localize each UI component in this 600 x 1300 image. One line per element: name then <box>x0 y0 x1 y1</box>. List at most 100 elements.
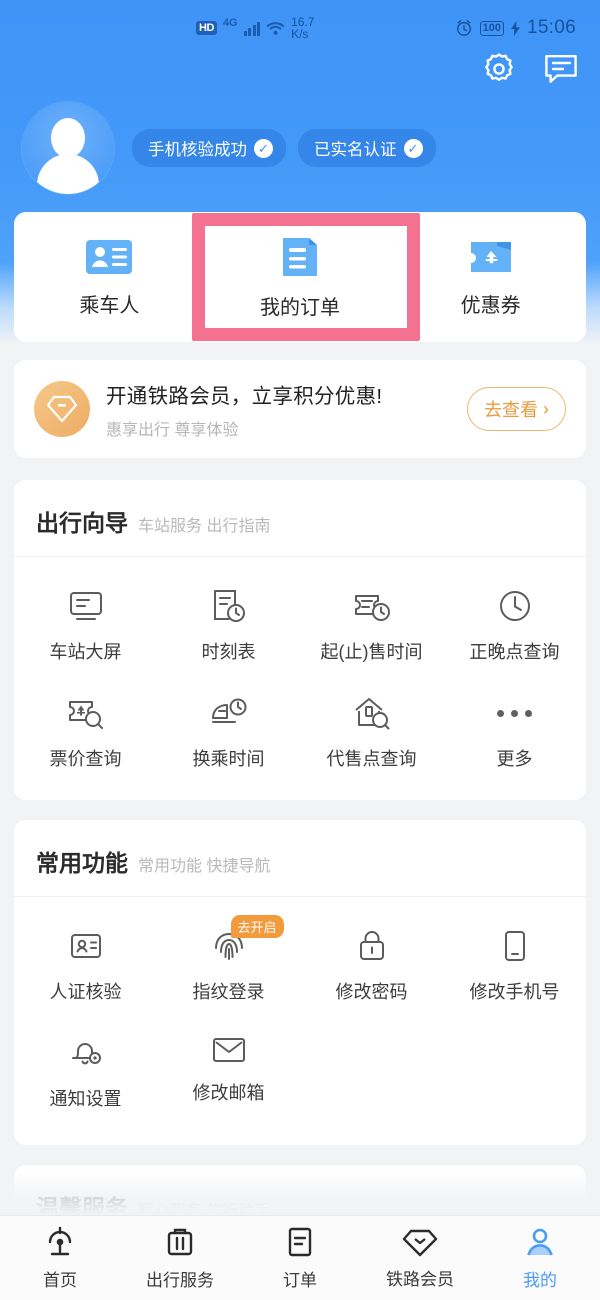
status-bar-left-group: HD 4G 16.7 K/s <box>196 16 314 40</box>
order-document-icon <box>278 235 322 279</box>
grid-item-fingerprint-login[interactable]: 去开启 指纹登录 <box>157 913 300 1020</box>
grid-item-label: 换乘时间 <box>192 749 265 769</box>
transfer-time-icon <box>209 694 249 732</box>
grid-item-label: 起(止)售时间 <box>320 642 423 662</box>
grid-item-label: 时刻表 <box>201 642 256 662</box>
grid-item-agency-query[interactable]: 代售点查询 <box>300 680 443 787</box>
quick-action-coupon[interactable]: 优惠券 <box>395 212 586 342</box>
network-speed: 16.7 K/s <box>291 16 314 40</box>
signal-bars-icon <box>243 21 261 36</box>
quick-action-label: 我的订单 <box>260 296 340 319</box>
diamond-icon <box>34 381 90 437</box>
phone-icon <box>496 927 534 965</box>
timetable-icon <box>210 587 248 625</box>
profile-row[interactable]: 手机核验成功 ✓ 已实名认证 ✓ <box>22 102 436 194</box>
quick-action-my-orders[interactable]: 我的订单 <box>205 212 396 342</box>
common-functions-card: 常用功能 常用功能 快捷导航 人证核验 去开启 指纹登录 修改密码 修改手机号 … <box>14 820 586 1145</box>
bottom-navigation: 首页 出行服务 订单 铁路会员 我的 <box>0 1215 600 1300</box>
id-verify-icon <box>67 927 105 965</box>
grid-item-ticket-sale-time[interactable]: 起(止)售时间 <box>300 573 443 680</box>
nav-item-orders[interactable]: 订单 <box>240 1225 360 1291</box>
enable-tag: 去开启 <box>230 915 284 938</box>
nav-item-label: 我的 <box>523 1271 557 1290</box>
quick-actions-card: 乘车人 我的订单 优惠券 <box>14 212 586 342</box>
nav-item-label: 首页 <box>43 1271 77 1290</box>
nav-item-mine[interactable]: 我的 <box>480 1225 600 1291</box>
grid-item-label: 车站大屏 <box>49 642 122 662</box>
avatar[interactable] <box>22 102 114 194</box>
member-view-button[interactable]: 去查看 › <box>467 387 566 431</box>
check-icon: ✓ <box>403 138 423 158</box>
person-icon <box>524 1225 556 1259</box>
grid-item-label: 通知设置 <box>49 1089 122 1109</box>
badge-label: 已实名认证 <box>314 141 397 159</box>
grid-item-label: 修改手机号 <box>469 982 560 1002</box>
agency-search-icon <box>352 694 392 732</box>
grid-item-change-email[interactable]: 修改邮箱 <box>157 1020 300 1127</box>
check-icon: ✓ <box>254 138 273 158</box>
hd-icon: HD <box>196 21 217 35</box>
section-title: 常用功能 <box>36 850 128 876</box>
grid-item-id-verify[interactable]: 人证核验 <box>14 913 157 1020</box>
more-dots-icon <box>497 694 532 732</box>
section-title: 出行向导 <box>36 510 128 536</box>
nav-item-label: 出行服务 <box>146 1271 214 1290</box>
ticket-price-search-icon <box>66 694 106 732</box>
header-icon-row <box>482 52 578 86</box>
nav-item-home[interactable]: 首页 <box>0 1225 120 1291</box>
grid-item-label: 修改密码 <box>335 982 408 1002</box>
ticket-clock-icon <box>352 587 392 625</box>
grid-item-station-screen[interactable]: 车站大屏 <box>14 573 157 680</box>
member-view-button-label: 去查看 <box>484 400 538 420</box>
avatar-head <box>51 118 85 158</box>
quick-action-passenger[interactable]: 乘车人 <box>14 212 205 342</box>
grid-item-notification-settings[interactable]: 通知设置 <box>14 1020 157 1127</box>
travel-guide-card: 出行向导 车站服务 出行指南 车站大屏 时刻表 起(止)售时间 正晚点查询 票价… <box>14 480 586 800</box>
order-icon <box>285 1225 315 1259</box>
status-bar-right-group: 100 15:06 <box>455 17 576 39</box>
quick-action-label: 优惠券 <box>460 294 521 317</box>
grid-item-spacer <box>443 1020 586 1127</box>
grid-item-label: 修改邮箱 <box>192 1083 265 1103</box>
section-subtitle: 常用功能 快捷导航 <box>138 858 271 875</box>
nav-item-label: 铁路会员 <box>386 1270 454 1289</box>
member-banner[interactable]: 开通铁路会员，立享积分优惠! 惠享出行 尊享体验 去查看 › <box>14 360 586 458</box>
section-subtitle: 车站服务 出行指南 <box>138 518 271 535</box>
verification-badges: 手机核验成功 ✓ 已实名认证 ✓ <box>132 129 436 167</box>
status-bar-clock: 15:06 <box>526 17 576 38</box>
gear-icon[interactable] <box>482 52 516 86</box>
suitcase-icon <box>164 1225 196 1259</box>
grid-item-more[interactable]: 更多 <box>443 680 586 787</box>
member-banner-text: 开通铁路会员，立享积分优惠! 惠享出行 尊享体验 <box>106 379 467 440</box>
section-header: 出行向导 车站服务 出行指南 <box>14 480 586 557</box>
grid-item-timetable[interactable]: 时刻表 <box>157 573 300 680</box>
grid-item-change-password[interactable]: 修改密码 <box>300 913 443 1020</box>
nav-item-travel-service[interactable]: 出行服务 <box>120 1225 240 1291</box>
envelope-icon <box>210 1034 248 1066</box>
diamond-member-icon <box>402 1226 438 1258</box>
message-icon[interactable] <box>544 53 578 85</box>
grid-item-label: 人证核验 <box>49 982 122 1002</box>
grid-item-label: 指纹登录 <box>192 982 265 1002</box>
avatar-body <box>37 154 99 194</box>
section-header: 常用功能 常用功能 快捷导航 <box>14 820 586 897</box>
app-root: HD 4G 16.7 K/s 100 15:06 手机核验成功 ✓ 已实名认证 … <box>0 0 600 1300</box>
clock-icon <box>496 587 534 625</box>
chevron-right-icon: › <box>543 398 549 419</box>
grid-item-fare-query[interactable]: 票价查询 <box>14 680 157 787</box>
grid-item-transfer-time[interactable]: 换乘时间 <box>157 680 300 787</box>
lock-icon <box>353 927 391 965</box>
coupon-icon <box>467 237 515 277</box>
status-bar: HD 4G 16.7 K/s 100 15:06 <box>0 0 600 56</box>
nav-item-railway-member[interactable]: 铁路会员 <box>360 1226 480 1290</box>
grid-item-change-phone[interactable]: 修改手机号 <box>443 913 586 1020</box>
common-functions-grid: 人证核验 去开启 指纹登录 修改密码 修改手机号 通知设置 修改邮箱 <box>14 897 586 1141</box>
nav-item-label: 订单 <box>283 1271 317 1290</box>
network-speed-unit: K/s <box>291 27 309 41</box>
grid-item-punctuality[interactable]: 正晚点查询 <box>443 573 586 680</box>
network-type-label: 4G <box>222 17 238 29</box>
bell-settings-icon <box>67 1034 105 1072</box>
station-screen-icon <box>67 587 105 625</box>
grid-item-spacer <box>300 1020 443 1127</box>
quick-action-label: 乘车人 <box>79 294 140 317</box>
